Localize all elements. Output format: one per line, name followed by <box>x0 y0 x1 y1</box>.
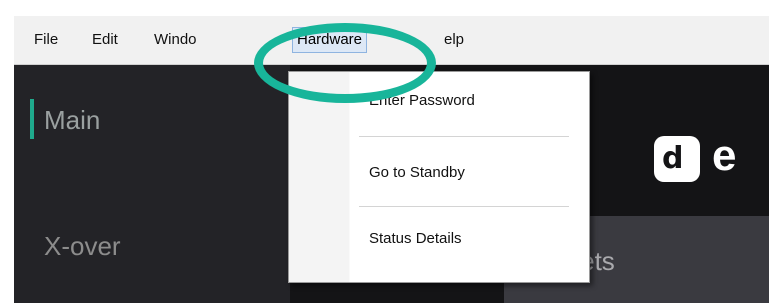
menu-file[interactable]: File <box>30 28 62 52</box>
sidebar-selection-indicator <box>30 99 34 139</box>
menu-edit[interactable]: Edit <box>88 28 122 52</box>
menu-window[interactable]: Windo <box>150 28 201 52</box>
menu-separator <box>359 136 569 137</box>
brand-logo-text: e <box>712 131 737 180</box>
highlight-annotation-circle <box>254 23 436 103</box>
sidebar: Main X-over <box>14 65 290 303</box>
app-window: File Edit Windo Hardware elp Main X-over… <box>14 16 769 303</box>
hardware-dropdown-menu: Enter Password Go to Standby Status Deta… <box>288 71 590 283</box>
brand-logo-icon: d <box>654 136 700 182</box>
menu-item-go-to-standby[interactable]: Go to Standby <box>369 164 465 181</box>
menu-item-status-details[interactable]: Status Details <box>369 230 462 247</box>
menu-separator <box>359 206 569 207</box>
sidebar-item-x-over[interactable]: X-over <box>44 231 121 262</box>
logo-mark-icon: d <box>662 141 684 176</box>
menu-help[interactable]: elp <box>440 28 468 52</box>
sidebar-item-main[interactable]: Main <box>44 105 100 136</box>
